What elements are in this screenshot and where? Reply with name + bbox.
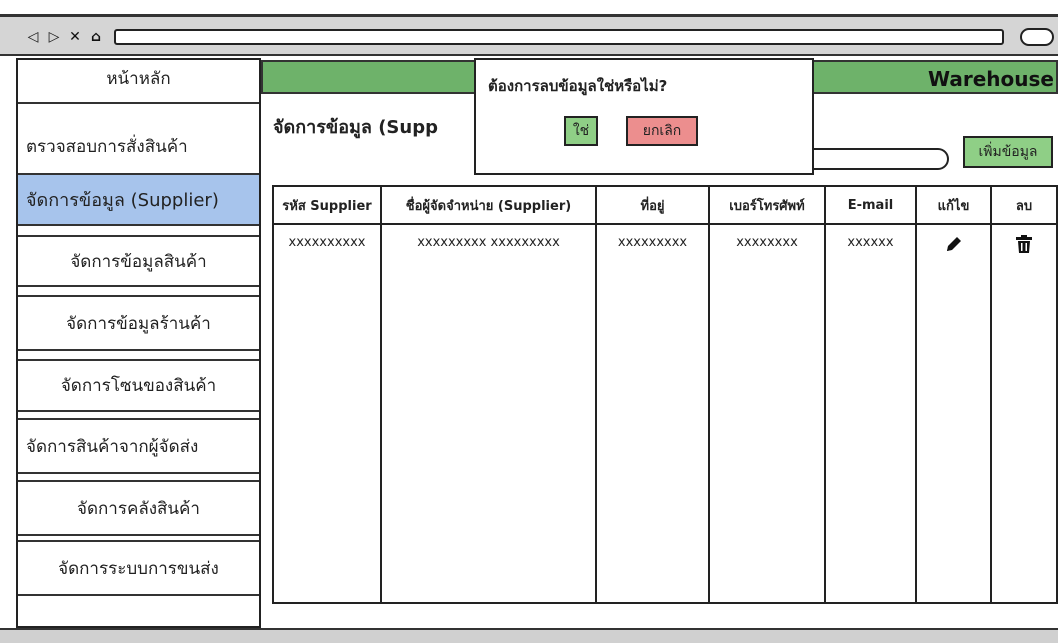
browser-toolbar: ◁ ▷ ✕ ⌂ [0,14,1058,56]
sidebar-item-label: จัดการข้อมูลสินค้า [70,251,207,272]
sidebar-item-label: จัดการระบบการขนส่ง [58,558,219,579]
dialog-question: ต้องการลบข้อมูลใช่หรือไม่? [488,77,668,95]
sidebar-item-warehouse[interactable]: จัดการคลังสินค้า [18,480,259,536]
cell-email: xxxxxx [847,235,894,250]
column-phone: เบอร์โทรศัพท์ xxxxxxxx [710,187,826,602]
page-title: จัดการข้อมูล (Supp [273,117,438,138]
column-header: E-mail [826,187,915,225]
delete-confirm-dialog: ต้องการลบข้อมูลใช่หรือไม่? ใช่ ยกเลิก [474,58,814,175]
home-icon[interactable]: ⌂ [87,29,105,45]
app-window: ◁ ▷ ✕ ⌂ หน้าหลัก ตรวจสอบการสั่งสินค้า จั… [0,0,1058,643]
column-header: เบอร์โทรศัพท์ [710,187,824,225]
column-supplier-id: รหัส Supplier xxxxxxxxxx [274,187,382,602]
column-address: ที่อยู่ xxxxxxxxx [597,187,710,602]
forward-icon[interactable]: ▷ [45,29,63,45]
browser-nav: ◁ ▷ ✕ ⌂ [24,29,105,45]
footer-bar [0,628,1058,643]
column-supplier-name: ชื่อผู้จัดจำหน่าย (Supplier) xxxxxxxxx x… [382,187,597,602]
column-header: รหัส Supplier [274,187,380,225]
sidebar-item-label: จัดการโซนของสินค้า [60,376,217,396]
supplier-table: รหัส Supplier xxxxxxxxxx ชื่อผู้จัดจำหน่… [272,185,1058,604]
column-header: ชื่อผู้จัดจำหน่าย (Supplier) [382,187,595,225]
sidebar-item-supplier[interactable]: จัดการข้อมูล (Supplier) [18,173,259,226]
sidebar-item-label: จัดการข้อมูล (Supplier) [26,190,219,211]
column-header: ที่อยู่ [597,187,708,225]
sidebar-item-transport[interactable]: จัดการระบบการขนส่ง [18,540,259,596]
column-edit: แก้ไข [917,187,992,602]
back-icon[interactable]: ◁ [24,29,42,45]
column-email: E-mail xxxxxx [826,187,917,602]
column-header: แก้ไข [917,187,990,225]
trash-icon[interactable] [992,234,1056,254]
sidebar-item-products[interactable]: จัดการข้อมูลสินค้า [18,235,259,287]
sidebar-item-label: จัดการคลังสินค้า [77,498,200,519]
pencil-icon[interactable] [917,234,990,254]
cancel-button[interactable]: ยกเลิก [626,116,698,146]
sidebar-item-label: จัดการข้อมูลร้านค้า [66,313,211,334]
sidebar-item-home[interactable]: หน้าหลัก [18,60,259,96]
add-data-button[interactable]: เพิ่มข้อมูล [963,136,1053,168]
sidebar-item-incoming-goods[interactable]: จัดการสินค้าจากผู้จัดส่ง [18,418,259,474]
sidebar-item-zones[interactable]: จัดการโซนของสินค้า [18,359,259,412]
cell-supplier-name: xxxxxxxxx xxxxxxxxx [417,235,560,250]
sidebar-item-stores[interactable]: จัดการข้อมูลร้านค้า [18,295,259,351]
search-toggle-button[interactable] [1020,28,1054,46]
sidebar: หน้าหลัก ตรวจสอบการสั่งสินค้า จัดการข้อม… [16,58,261,628]
sidebar-item-label: ตรวจสอบการสั่งสินค้า [26,136,188,157]
confirm-yes-button[interactable]: ใช่ [564,116,598,146]
brand-title: Warehouse [928,67,1054,91]
cell-phone: xxxxxxxx [736,235,798,250]
sidebar-item-label: จัดการสินค้าจากผู้จัดส่ง [26,436,199,457]
url-input[interactable] [114,29,1004,45]
column-header: ลบ [992,187,1056,225]
cell-address: xxxxxxxxx [617,235,688,250]
column-delete: ลบ [992,187,1056,602]
close-icon[interactable]: ✕ [66,29,84,45]
cell-supplier-id: xxxxxxxxxx [288,235,366,250]
